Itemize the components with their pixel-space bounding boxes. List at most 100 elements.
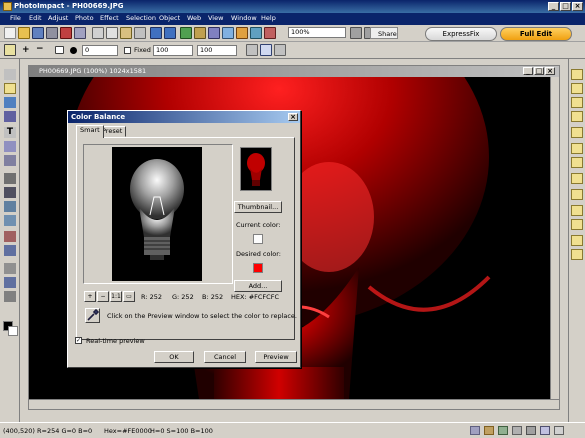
- panel-icon-3[interactable]: [571, 97, 583, 108]
- save-icon[interactable]: [32, 27, 44, 39]
- status-icon-5[interactable]: [526, 426, 536, 435]
- copy-icon[interactable]: [106, 27, 118, 39]
- retouch-tool-icon[interactable]: [4, 215, 16, 226]
- ok-button[interactable]: OK: [154, 351, 194, 363]
- status-icon-7[interactable]: [554, 426, 564, 435]
- status-icon-4[interactable]: [512, 426, 522, 435]
- scan-icon[interactable]: [46, 27, 58, 39]
- fixed-checkbox[interactable]: [124, 47, 131, 54]
- panel-icon-7[interactable]: [571, 157, 583, 168]
- bucket-tool-icon[interactable]: [4, 97, 16, 108]
- delete-icon[interactable]: [134, 27, 146, 39]
- desired-color-swatch[interactable]: [253, 263, 263, 273]
- doc-close-button[interactable]: ×: [545, 67, 555, 75]
- menu-window[interactable]: Window: [231, 14, 257, 22]
- panel-icon-2[interactable]: [571, 83, 583, 94]
- status-icon-6[interactable]: [540, 426, 550, 435]
- close-button[interactable]: ×: [572, 2, 583, 11]
- add-button[interactable]: Add...: [234, 280, 282, 292]
- doc-maximize-button[interactable]: □: [534, 67, 544, 75]
- menu-photo[interactable]: Photo: [75, 14, 94, 22]
- height-input[interactable]: 100: [197, 45, 237, 56]
- width-input[interactable]: 100: [153, 45, 193, 56]
- capture-icon[interactable]: [60, 27, 72, 39]
- rotate-icon[interactable]: [180, 27, 192, 39]
- paste-icon[interactable]: [120, 27, 132, 39]
- thumbnail-button[interactable]: Thumbnail...: [234, 201, 282, 213]
- menu-web[interactable]: Web: [187, 14, 201, 22]
- circle-shape-icon[interactable]: [70, 47, 77, 54]
- vertical-scrollbar[interactable]: [550, 77, 559, 399]
- expressfix-button[interactable]: ExpressFix: [425, 27, 497, 41]
- actual-size-icon[interactable]: 1:1: [110, 291, 122, 302]
- cancel-button[interactable]: Cancel: [204, 351, 246, 363]
- maximize-button[interactable]: □: [560, 2, 571, 11]
- add-mode-icon[interactable]: +: [22, 45, 30, 55]
- fit-window-icon[interactable]: ▭: [123, 291, 135, 302]
- panel-icon-12[interactable]: [571, 235, 583, 246]
- print-icon[interactable]: [74, 27, 86, 39]
- status-icon-2[interactable]: [484, 426, 494, 435]
- enhance-icon[interactable]: [222, 27, 234, 39]
- transform-tool-icon[interactable]: [4, 155, 16, 166]
- zoom-in-preview-icon[interactable]: +: [84, 291, 96, 302]
- eyedropper-tool-icon[interactable]: [4, 277, 16, 288]
- hand-tool-icon[interactable]: [4, 291, 16, 302]
- crop-tool-icon[interactable]: [4, 141, 16, 152]
- panel-icon-5[interactable]: [571, 127, 583, 138]
- background-color-swatch[interactable]: [8, 326, 18, 336]
- preview-window[interactable]: [83, 144, 233, 284]
- browse-icon[interactable]: [250, 27, 262, 39]
- realtime-preview-checkbox[interactable]: ✓: [75, 337, 82, 344]
- menu-file[interactable]: File: [10, 14, 21, 22]
- menu-help[interactable]: Help: [261, 14, 276, 22]
- current-color-swatch[interactable]: [253, 234, 263, 244]
- fulledit-button[interactable]: Full Edit: [500, 27, 572, 41]
- selection-tool-icon[interactable]: [4, 83, 16, 94]
- redo-icon[interactable]: [164, 27, 176, 39]
- share-button[interactable]: Share: [370, 27, 398, 39]
- subtract-mode-icon[interactable]: −: [36, 44, 44, 54]
- rect-shape-icon[interactable]: [55, 46, 64, 54]
- panel-icon-9[interactable]: [571, 189, 583, 200]
- panel-icon-8[interactable]: [571, 173, 583, 184]
- panel-icon-13[interactable]: [571, 249, 583, 260]
- paint-tool-icon[interactable]: [4, 187, 16, 198]
- menu-effect[interactable]: Effect: [100, 14, 119, 22]
- zoom-in-icon[interactable]: [350, 27, 362, 39]
- path-tool-icon[interactable]: [4, 111, 16, 122]
- pick-tool-icon[interactable]: [4, 69, 16, 80]
- zoom-out-preview-icon[interactable]: −: [97, 291, 109, 302]
- panel-icon-10[interactable]: [571, 205, 583, 216]
- status-icon-3[interactable]: [498, 426, 508, 435]
- doc-minimize-button[interactable]: _: [523, 67, 533, 75]
- crop-icon[interactable]: [194, 27, 206, 39]
- menu-adjust[interactable]: Adjust: [48, 14, 68, 22]
- undo-icon[interactable]: [150, 27, 162, 39]
- zoom-select[interactable]: 100%: [288, 27, 346, 38]
- tab-smart[interactable]: Smart: [76, 125, 104, 138]
- menu-edit[interactable]: Edit: [29, 14, 42, 22]
- resize-icon[interactable]: [208, 27, 220, 39]
- web-icon[interactable]: [264, 27, 276, 39]
- preview-button[interactable]: Preview: [255, 351, 297, 363]
- panel-icon-11[interactable]: [571, 219, 583, 230]
- eraser-tool-icon[interactable]: [4, 231, 16, 242]
- dynamic-mode-icon[interactable]: [246, 44, 258, 56]
- eye-tool-icon[interactable]: [4, 173, 16, 184]
- open-folder-icon[interactable]: [18, 27, 30, 39]
- angle-input[interactable]: 0: [82, 45, 118, 56]
- status-icon-1[interactable]: [470, 426, 480, 435]
- panel-icon-4[interactable]: [571, 111, 583, 122]
- panel-icon-6[interactable]: [571, 143, 583, 154]
- selection-mode-icon[interactable]: [4, 44, 16, 56]
- pin-icon[interactable]: [274, 44, 286, 56]
- panel-icon-1[interactable]: [571, 69, 583, 80]
- cut-icon[interactable]: [92, 27, 104, 39]
- minimize-button[interactable]: _: [548, 2, 559, 11]
- new-file-icon[interactable]: [4, 27, 16, 39]
- text-tool-icon[interactable]: T: [4, 127, 16, 138]
- menu-view[interactable]: View: [208, 14, 223, 22]
- effect-icon[interactable]: [236, 27, 248, 39]
- dialog-close-button[interactable]: ×: [288, 113, 298, 121]
